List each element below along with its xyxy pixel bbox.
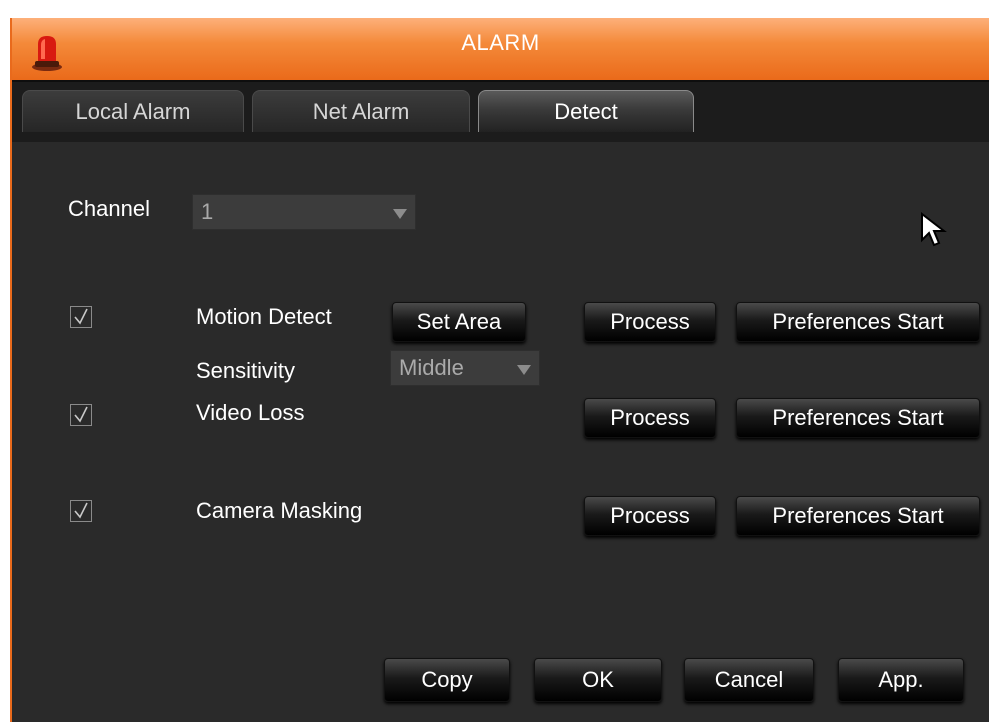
set-area-button[interactable]: Set Area bbox=[392, 302, 526, 342]
motion-detect-checkbox[interactable] bbox=[70, 306, 92, 328]
checkmark-icon bbox=[74, 502, 88, 519]
video-loss-checkbox[interactable] bbox=[70, 404, 92, 426]
motion-detect-label: Motion Detect bbox=[196, 304, 332, 329]
video-loss-label: Video Loss bbox=[196, 400, 305, 425]
channel-value: 1 bbox=[201, 199, 214, 224]
video-loss-process-button[interactable]: Process bbox=[584, 398, 716, 438]
title-bar: ALARM bbox=[12, 18, 989, 80]
tab-detect[interactable]: Detect bbox=[478, 90, 694, 132]
apply-button[interactable]: App. bbox=[838, 658, 964, 702]
detect-panel: Channel 1 Motion Detect Set Area Process… bbox=[12, 140, 989, 722]
sensitivity-value: Middle bbox=[399, 355, 464, 380]
ok-button[interactable]: OK bbox=[534, 658, 662, 702]
tab-bar: Local Alarm Net Alarm Detect bbox=[12, 80, 989, 142]
camera-masking-process-button[interactable]: Process bbox=[584, 496, 716, 536]
checkmark-icon bbox=[74, 308, 88, 325]
checkmark-icon bbox=[74, 406, 88, 423]
camera-masking-preferences-start-button[interactable]: Preferences Start bbox=[736, 496, 980, 536]
sensitivity-label: Sensitivity bbox=[196, 358, 296, 383]
mouse-pointer-icon bbox=[921, 212, 947, 247]
motion-preferences-start-button[interactable]: Preferences Start bbox=[736, 302, 980, 342]
cancel-button[interactable]: Cancel bbox=[684, 658, 814, 702]
camera-masking-label: Camera Masking bbox=[196, 498, 363, 523]
sensitivity-select[interactable]: Middle bbox=[390, 350, 540, 386]
motion-process-button[interactable]: Process bbox=[584, 302, 716, 342]
copy-button[interactable]: Copy bbox=[384, 658, 510, 702]
alarm-window: ALARM Local Alarm Net Alarm Detect Chann… bbox=[10, 18, 989, 722]
camera-masking-checkbox[interactable] bbox=[70, 500, 92, 522]
tab-local-alarm[interactable]: Local Alarm bbox=[22, 90, 244, 132]
chevron-down-icon bbox=[393, 209, 407, 219]
channel-select[interactable]: 1 bbox=[192, 194, 416, 230]
video-loss-preferences-start-button[interactable]: Preferences Start bbox=[736, 398, 980, 438]
channel-label: Channel bbox=[68, 196, 150, 221]
chevron-down-icon bbox=[517, 365, 531, 375]
tab-net-alarm[interactable]: Net Alarm bbox=[252, 90, 470, 132]
window-title: ALARM bbox=[461, 30, 540, 55]
